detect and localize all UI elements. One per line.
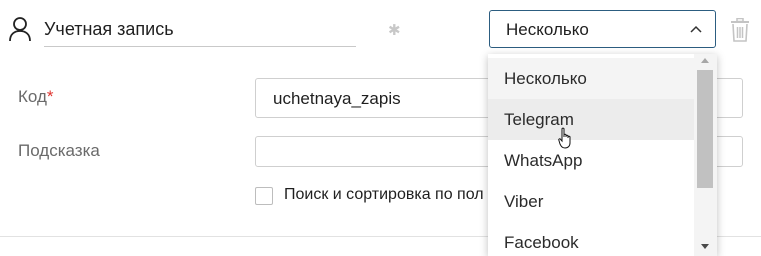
user-icon (9, 17, 31, 42)
code-input-value: uchetnaya_zapis (273, 89, 401, 108)
type-dropdown-menu: Несколько Telegram WhatsApp Viber Facebo… (488, 54, 717, 256)
required-toggle[interactable]: ✱ (388, 21, 401, 39)
search-sort-checkbox[interactable] (255, 187, 273, 205)
chevron-up-icon (690, 25, 702, 33)
scroll-up-icon[interactable] (701, 58, 709, 63)
scroll-thumb[interactable] (697, 70, 713, 188)
field-name-input[interactable]: Учетная запись (44, 16, 356, 47)
dropdown-scrollbar[interactable] (694, 54, 717, 256)
dropdown-option-telegram[interactable]: Telegram (488, 99, 694, 140)
code-label: Код* (18, 87, 54, 107)
type-select-value: Несколько (506, 20, 589, 39)
code-label-text: Код (18, 87, 47, 106)
dropdown-option-whatsapp[interactable]: WhatsApp (488, 140, 694, 181)
trash-icon[interactable] (730, 18, 750, 42)
hand-cursor-icon (558, 127, 571, 149)
dropdown-option-neskolko[interactable]: Несколько (488, 58, 694, 99)
dropdown-option-facebook[interactable]: Facebook (488, 222, 694, 256)
scroll-down-icon[interactable] (701, 244, 709, 249)
hint-label: Подсказка (18, 141, 100, 160)
required-asterisk: * (46, 87, 54, 106)
search-sort-label[interactable]: Поиск и сортировка по пол (284, 186, 484, 204)
type-select[interactable]: Несколько (489, 10, 716, 48)
dropdown-option-viber[interactable]: Viber (488, 181, 694, 222)
